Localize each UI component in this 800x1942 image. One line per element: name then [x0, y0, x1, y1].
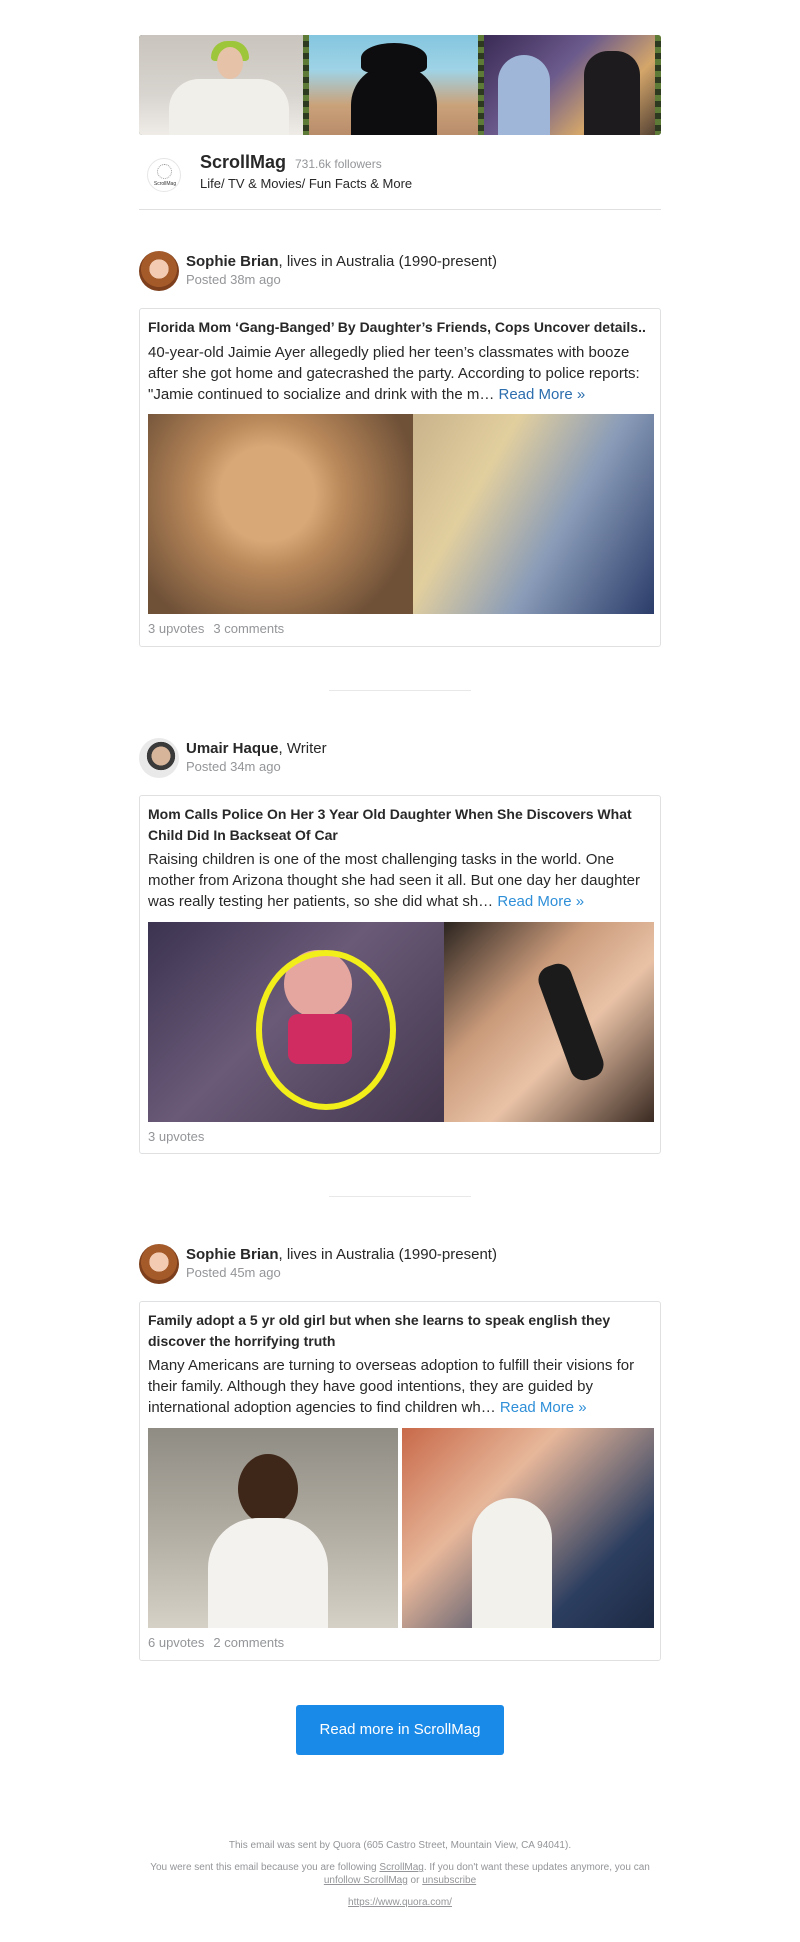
- divider: [139, 209, 661, 210]
- post-title[interactable]: Family adopt a 5 yr old girl but when sh…: [148, 1310, 654, 1352]
- follow-space-link[interactable]: ScrollMag: [379, 1862, 423, 1873]
- cover-photo-3: [484, 35, 661, 135]
- read-more-link[interactable]: Read More »: [499, 386, 586, 403]
- space-followers: 731.6k followers: [295, 157, 382, 171]
- post-body: 40-year-old Jaimie Ayer allegedly plied …: [148, 342, 654, 405]
- post-title[interactable]: Florida Mom ‘Gang-Banged’ By Daughter’s …: [148, 317, 654, 338]
- author-credential: , lives in Australia (1990-present): [278, 1246, 497, 1263]
- post-stats: 3 upvotes: [148, 1129, 204, 1144]
- post-stats: 3 upvotes 3 comments: [148, 621, 284, 636]
- upvote-count[interactable]: 3 upvotes: [148, 1129, 204, 1144]
- post-author-row: Umair Haque, Writer Posted 34m ago: [139, 738, 661, 782]
- post-stats: 6 upvotes 2 comments: [148, 1635, 284, 1650]
- comment-count[interactable]: 2 comments: [213, 1635, 284, 1650]
- author-name[interactable]: Sophie Brian: [186, 1246, 279, 1263]
- footer-text: or: [407, 1875, 423, 1886]
- author-credential: , lives in Australia (1990-present): [278, 253, 497, 270]
- avatar[interactable]: [139, 1244, 179, 1284]
- author-name[interactable]: Sophie Brian: [186, 253, 279, 270]
- author-line: Sophie Brian, lives in Australia (1990-p…: [186, 1246, 497, 1263]
- post-timestamp: Posted 38m ago: [186, 272, 281, 287]
- post-image[interactable]: [148, 922, 654, 1122]
- post-card[interactable]: Florida Mom ‘Gang-Banged’ By Daughter’s …: [139, 308, 661, 647]
- cover-photo-2: [309, 35, 479, 135]
- author-credential: , Writer: [278, 740, 327, 757]
- post-separator: [329, 690, 471, 691]
- read-more-link[interactable]: Read More »: [497, 893, 584, 910]
- post-separator: [329, 1196, 471, 1197]
- footer-text: . If you don't want these updates anymor…: [423, 1862, 650, 1873]
- space-logo[interactable]: ScrollMag: [147, 158, 181, 192]
- post-title[interactable]: Mom Calls Police On Her 3 Year Old Daugh…: [148, 804, 654, 846]
- post-card[interactable]: Family adopt a 5 yr old girl but when sh…: [139, 1301, 661, 1661]
- cover-photo-1: [139, 35, 309, 135]
- quora-link[interactable]: https://www.quora.com/: [348, 1897, 452, 1908]
- footer-sender: This email was sent by Quora (605 Castro…: [228, 1840, 572, 1851]
- author-line: Umair Haque, Writer: [186, 740, 327, 757]
- post-timestamp: Posted 34m ago: [186, 759, 281, 774]
- read-more-in-space-button[interactable]: Read more in ScrollMag: [296, 1705, 504, 1755]
- footer-text: You were sent this email because you are…: [150, 1862, 380, 1873]
- read-more-link[interactable]: Read More »: [500, 1399, 587, 1416]
- space-description: Life/ TV & Movies/ Fun Facts & More: [200, 176, 413, 191]
- post-image[interactable]: [148, 414, 654, 614]
- footer-link-row: https://www.quora.com/: [139, 1896, 661, 1909]
- post-body: Many Americans are turning to overseas a…: [148, 1355, 654, 1418]
- space-logo-text: ScrollMag: [153, 181, 177, 187]
- post-author-row: Sophie Brian, lives in Australia (1990-p…: [139, 251, 661, 295]
- upvote-count[interactable]: 6 upvotes: [148, 1635, 204, 1650]
- author-name[interactable]: Umair Haque: [186, 740, 279, 757]
- avatar[interactable]: [139, 251, 179, 291]
- post-body: Raising children is one of the most chal…: [148, 849, 654, 912]
- post-card[interactable]: Mom Calls Police On Her 3 Year Old Daugh…: [139, 795, 661, 1154]
- comment-count[interactable]: 3 comments: [213, 621, 284, 636]
- space-name[interactable]: ScrollMag: [200, 152, 286, 173]
- footer-reason: You were sent this email because you are…: [139, 1861, 661, 1887]
- unsubscribe-link[interactable]: unsubscribe: [422, 1875, 476, 1886]
- space-cover-image[interactable]: [139, 35, 661, 135]
- author-line: Sophie Brian, lives in Australia (1990-p…: [186, 253, 497, 270]
- upvote-count[interactable]: 3 upvotes: [148, 621, 204, 636]
- post-image[interactable]: [148, 1428, 654, 1628]
- unfollow-link[interactable]: unfollow ScrollMag: [324, 1875, 408, 1886]
- avatar[interactable]: [139, 738, 179, 778]
- post-timestamp: Posted 45m ago: [186, 1265, 281, 1280]
- post-author-row: Sophie Brian, lives in Australia (1990-p…: [139, 1244, 661, 1288]
